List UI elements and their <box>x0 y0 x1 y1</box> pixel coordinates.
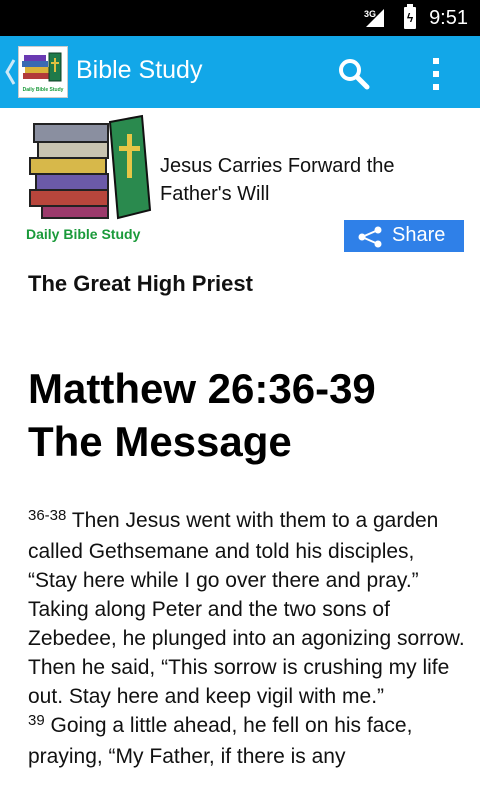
scripture-reference-line2: The Message <box>28 418 292 465</box>
share-label: Share <box>392 224 446 246</box>
app-logo[interactable]: Daily Bible Study <box>18 46 68 98</box>
verse-number: 36-38 <box>28 507 67 524</box>
status-clock: 9:51 <box>429 7 468 29</box>
verse-number: 39 <box>28 712 45 729</box>
site-name: Daily Bible Study <box>26 226 141 242</box>
status-bar: 3G ϟ 9:51 <box>0 0 480 36</box>
verse-text: Then Jesus went with them to a garden ca… <box>28 509 465 708</box>
logo-text: Daily Bible Study <box>23 87 64 93</box>
devotion-title: Jesus Carries Forward the Father's Will <box>160 152 460 208</box>
app-title: Bible Study <box>76 56 203 84</box>
share-icon <box>358 226 382 248</box>
charging-icon: ϟ <box>406 11 414 25</box>
devotion-content[interactable]: Jesus Carries Forward the Father's Will … <box>0 108 480 800</box>
app-bar: Daily Bible Study Bible Study <box>0 36 480 108</box>
devotion-title-line2: Father's Will <box>160 183 270 205</box>
books-logo-icon: Daily Bible Study <box>22 52 64 93</box>
search-icon[interactable] <box>334 54 374 94</box>
overflow-menu-icon[interactable] <box>424 54 448 94</box>
share-button[interactable]: Share <box>344 220 464 252</box>
scripture-reference: Matthew 26:36-39 The Message <box>28 362 468 468</box>
up-chevron-icon[interactable] <box>4 56 16 88</box>
signal-icon <box>366 9 384 27</box>
devotion-title-line1: Jesus Carries Forward the <box>160 155 395 177</box>
books-illustration-icon <box>29 114 152 220</box>
scripture-passage: 36-38 Then Jesus went with them to a gar… <box>28 506 468 771</box>
verse-text: Going a little ahead, he fell on his fac… <box>28 714 413 768</box>
devotion-subtitle: The Great High Priest <box>28 271 253 296</box>
scripture-reference-line1: Matthew 26:36-39 <box>28 365 376 412</box>
